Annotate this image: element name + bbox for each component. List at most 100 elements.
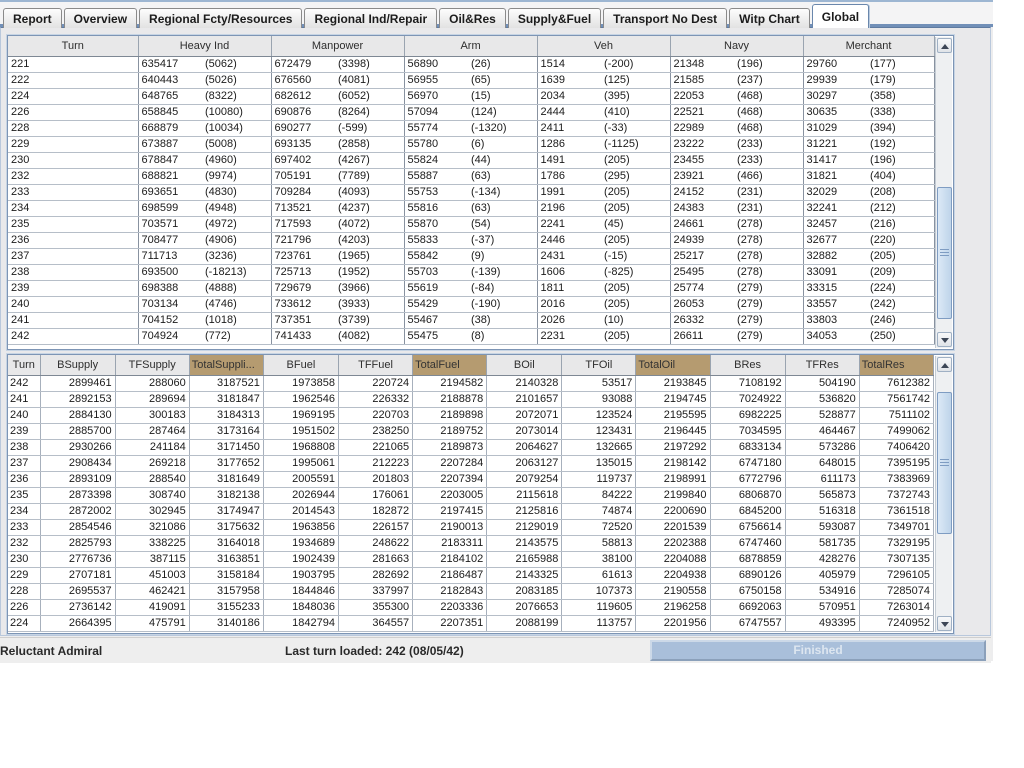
- tab-oil-res[interactable]: Oil&Res: [439, 8, 506, 28]
- cell-veh[interactable]: 2196: [537, 200, 603, 217]
- col-header-merchant[interactable]: Merchant: [803, 36, 935, 57]
- cell-arm[interactable]: 57094: [404, 104, 470, 121]
- cell-boil[interactable]: 2140328: [486, 375, 563, 392]
- cell-tfres[interactable]: 648015: [785, 455, 860, 472]
- cell-heavy-ind-delta[interactable]: (772): [203, 328, 272, 345]
- table-row[interactable]: 236 2893109 288540 3181649 2005591 20180…: [8, 471, 935, 488]
- table-row[interactable]: 228 2695537 462421 3157958 1844846 33799…: [8, 583, 935, 600]
- cell-bfuel[interactable]: 1968808: [263, 439, 339, 456]
- cell-veh-delta[interactable]: (395): [602, 88, 671, 105]
- table-row[interactable]: 224 2664395 475791 3140186 1842794 36455…: [8, 615, 935, 632]
- tab-report[interactable]: Report: [3, 8, 62, 28]
- cell-bsupply[interactable]: 2884130: [40, 407, 116, 424]
- cell-bres[interactable]: 6806870: [710, 487, 786, 504]
- cell-totalfuel[interactable]: 2189873: [412, 439, 488, 456]
- col-header-veh[interactable]: Veh: [537, 36, 671, 57]
- cell-totalsupplies[interactable]: 3181649: [189, 471, 264, 488]
- cell-bsupply[interactable]: 2885700: [40, 423, 116, 440]
- cell-tfoil[interactable]: 72520: [561, 519, 637, 536]
- cell-tffuel[interactable]: 281663: [338, 551, 414, 568]
- cell-merchant-delta[interactable]: (224): [868, 280, 935, 297]
- cell-bsupply[interactable]: 2695537: [40, 583, 116, 600]
- cell-totalfuel[interactable]: 2188878: [412, 391, 488, 408]
- cell-totalsupplies[interactable]: 3177652: [189, 455, 264, 472]
- cell-heavy-ind[interactable]: 704924: [138, 328, 203, 345]
- cell-navy[interactable]: 21585: [670, 72, 736, 89]
- cell-turn[interactable]: 230: [8, 551, 41, 568]
- cell-totalsupplies[interactable]: 3157958: [189, 583, 264, 600]
- cell-manpower-delta[interactable]: (7789): [336, 168, 405, 185]
- cell-navy[interactable]: 26332: [670, 312, 736, 329]
- cell-bres[interactable]: 6772796: [710, 471, 786, 488]
- cell-bres[interactable]: 6845200: [710, 503, 786, 520]
- cell-bfuel[interactable]: 1962546: [263, 391, 339, 408]
- table-row[interactable]: 226 658845 (10080) 690876 (8264) 57094 (124…: [8, 104, 935, 121]
- cell-tffuel[interactable]: 182872: [338, 503, 414, 520]
- cell-bfuel[interactable]: 1973858: [263, 375, 339, 392]
- cell-navy-delta[interactable]: (231): [735, 200, 804, 217]
- cell-tfres[interactable]: 516318: [785, 503, 860, 520]
- cell-turn[interactable]: 240: [8, 407, 41, 424]
- cell-manpower-delta[interactable]: (1965): [336, 248, 405, 265]
- cell-totaloil[interactable]: 2198991: [635, 471, 711, 488]
- table-row[interactable]: 230 678847 (4960) 697402 (4267) 55824 (44) …: [8, 152, 935, 169]
- cell-boil[interactable]: 2072071: [486, 407, 563, 424]
- cell-manpower-delta[interactable]: (4082): [336, 328, 405, 345]
- col-header-totalres[interactable]: TotalRes: [859, 355, 935, 376]
- cell-turn[interactable]: 234: [8, 200, 139, 217]
- table-row[interactable]: 224 648765 (8322) 682612 (6052) 56970 (15) …: [8, 88, 935, 105]
- cell-totalres[interactable]: 7307135: [859, 551, 935, 568]
- col-header-bres[interactable]: BRes: [710, 355, 786, 376]
- cell-heavy-ind-delta[interactable]: (1018): [203, 312, 272, 329]
- col-header-totalsupplies[interactable]: TotalSuppli...: [189, 355, 264, 376]
- cell-veh[interactable]: 2444: [537, 104, 603, 121]
- cell-bres[interactable]: 6982225: [710, 407, 786, 424]
- cell-veh-delta[interactable]: (-1125): [602, 136, 671, 153]
- cell-manpower[interactable]: 682612: [271, 88, 336, 105]
- cell-arm[interactable]: 55753: [404, 184, 470, 201]
- table-row[interactable]: 238 2930266 241184 3171450 1968808 22106…: [8, 439, 935, 456]
- cell-tfres[interactable]: 593087: [785, 519, 860, 536]
- cell-navy-delta[interactable]: (279): [735, 296, 804, 313]
- cell-arm-delta[interactable]: (9): [469, 248, 538, 265]
- cell-turn[interactable]: 240: [8, 296, 139, 313]
- cell-bfuel[interactable]: 1903795: [263, 567, 339, 584]
- cell-navy-delta[interactable]: (468): [735, 88, 804, 105]
- cell-bres[interactable]: 6833134: [710, 439, 786, 456]
- cell-boil[interactable]: 2115618: [486, 487, 563, 504]
- cell-turn[interactable]: 224: [8, 615, 41, 632]
- cell-tfoil[interactable]: 113757: [561, 615, 637, 632]
- cell-heavy-ind[interactable]: 668879: [138, 120, 203, 137]
- cell-veh-delta[interactable]: (295): [602, 168, 671, 185]
- cell-bfuel[interactable]: 1969195: [263, 407, 339, 424]
- cell-veh-delta[interactable]: (-200): [602, 56, 671, 73]
- table-row[interactable]: 229 673887 (5008) 693135 (2858) 55780 (6) 1…: [8, 136, 935, 153]
- table-row[interactable]: 222 640443 (5026) 676560 (4081) 56955 (65) …: [8, 72, 935, 89]
- cell-manpower-delta[interactable]: (4081): [336, 72, 405, 89]
- cell-heavy-ind[interactable]: 703571: [138, 216, 203, 233]
- cell-merchant[interactable]: 31821: [803, 168, 869, 185]
- cell-turn[interactable]: 228: [8, 120, 139, 137]
- cell-veh-delta[interactable]: (45): [602, 216, 671, 233]
- cell-manpower[interactable]: 723761: [271, 248, 336, 265]
- cell-heavy-ind[interactable]: 693500: [138, 264, 203, 281]
- cell-tffuel[interactable]: 221065: [338, 439, 414, 456]
- cell-bfuel[interactable]: 1902439: [263, 551, 339, 568]
- cell-turn[interactable]: 224: [8, 88, 139, 105]
- cell-arm[interactable]: 55475: [404, 328, 470, 345]
- cell-navy[interactable]: 26053: [670, 296, 736, 313]
- cell-arm-delta[interactable]: (38): [469, 312, 538, 329]
- cell-bsupply[interactable]: 2930266: [40, 439, 116, 456]
- cell-totaloil[interactable]: 2196258: [635, 599, 711, 616]
- cell-tfoil[interactable]: 135015: [561, 455, 637, 472]
- cell-heavy-ind-delta[interactable]: (3236): [203, 248, 272, 265]
- cell-totalsupplies[interactable]: 3174947: [189, 503, 264, 520]
- cell-totaloil[interactable]: 2193845: [635, 375, 711, 392]
- cell-totalsupplies[interactable]: 3182138: [189, 487, 264, 504]
- cell-manpower[interactable]: 672479: [271, 56, 336, 73]
- cell-turn[interactable]: 242: [8, 328, 139, 345]
- cell-turn[interactable]: 232: [8, 535, 41, 552]
- col-header-arm[interactable]: Arm: [404, 36, 538, 57]
- cell-merchant-delta[interactable]: (212): [868, 200, 935, 217]
- col-header-heavy-ind[interactable]: Heavy Ind: [138, 36, 272, 57]
